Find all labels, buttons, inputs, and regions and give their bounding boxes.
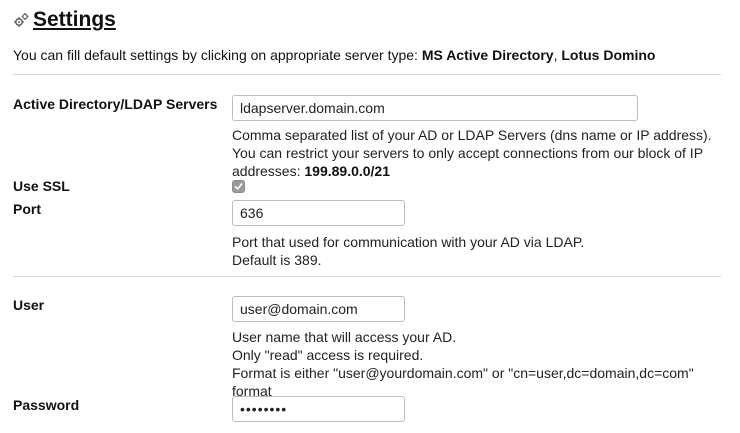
page-title: Settings: [33, 8, 116, 31]
ip-block: 199.89.0.0/21: [304, 163, 391, 179]
user-help-line: Only "read" access is required.: [232, 347, 424, 363]
page-header: Settings: [13, 8, 116, 32]
port-help-line: Default is 389.: [232, 252, 322, 268]
user-label: User: [13, 297, 45, 313]
servers-label: Active Directory/LDAP Servers: [13, 96, 218, 112]
preset-separator: ,: [553, 47, 558, 63]
port-help: Port that used for communication with yo…: [232, 233, 584, 269]
user-help: User name that will access your AD. Only…: [232, 328, 694, 400]
user-input[interactable]: [232, 296, 405, 322]
password-label: Password: [13, 397, 80, 413]
servers-help: Comma separated list of your AD or LDAP …: [232, 126, 712, 180]
divider: [13, 276, 721, 277]
servers-help-line: You can restrict your servers to only ac…: [232, 145, 704, 161]
ssl-label: Use SSL: [13, 178, 70, 194]
port-label: Port: [13, 201, 41, 217]
port-input[interactable]: [232, 200, 405, 226]
preset-lotus-domino[interactable]: Lotus Domino: [561, 47, 655, 63]
user-help-line: User name that will access your AD.: [232, 329, 457, 345]
gears-icon: [13, 12, 29, 28]
intro-label: You can fill default settings by clickin…: [13, 47, 418, 63]
servers-input[interactable]: [232, 95, 638, 121]
intro-text: You can fill default settings by clickin…: [13, 47, 655, 63]
servers-help-line: addresses: 199.89.0.0/21: [232, 162, 712, 180]
ssl-checkbox[interactable]: [232, 180, 245, 193]
preset-ms-active-directory[interactable]: MS Active Directory: [422, 47, 554, 63]
settings-page: Settings You can fill default settings b…: [0, 0, 740, 433]
servers-help-prefix: addresses:: [232, 163, 301, 179]
servers-help-line: Comma separated list of your AD or LDAP …: [232, 127, 712, 143]
user-help-line: Format is either "user@yourdomain.com" o…: [232, 365, 694, 381]
checkmark-icon: [234, 183, 243, 190]
port-help-line: Port that used for communication with yo…: [232, 234, 585, 250]
divider: [13, 74, 721, 75]
password-input[interactable]: [232, 396, 405, 422]
